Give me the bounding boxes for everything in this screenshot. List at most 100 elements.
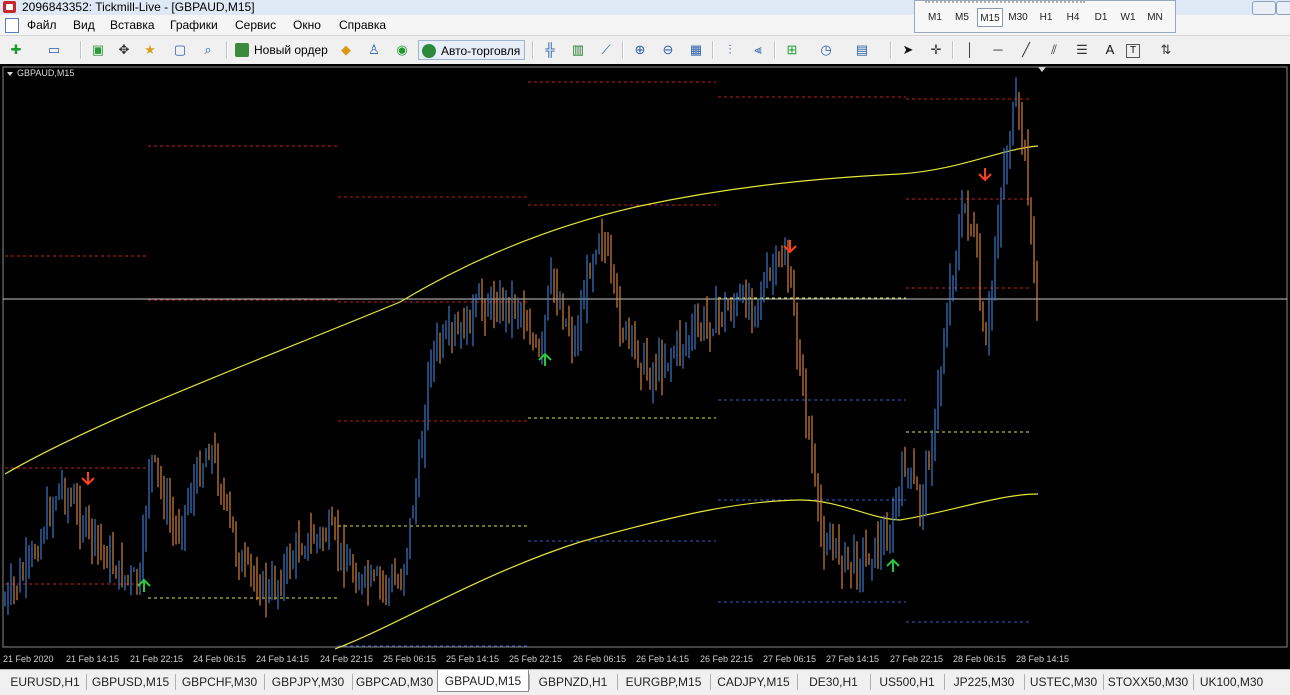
chart-shift-icon[interactable]: ⫷ bbox=[748, 40, 768, 60]
timeframe-m30[interactable]: M30 bbox=[1005, 8, 1031, 27]
metaeditor-icon[interactable]: ◆ bbox=[336, 40, 356, 60]
chart-tabs: EURUSD,H1 GBPUSD,M15 GBPCHF,M30 GBPJPY,M30 G… bbox=[0, 669, 1290, 695]
channel-icon[interactable]: ⫽ bbox=[1044, 40, 1064, 60]
auto-scroll-icon[interactable]: ⫶ bbox=[720, 40, 740, 60]
main-toolbar: ✚ ▭ ▣ ✥ ★ ▢ ⌕ Новый ордер ◆ ♙ ◉ Авто-тор… bbox=[0, 36, 1290, 65]
timeframe-m5[interactable]: M5 bbox=[949, 8, 975, 27]
trading-signals-icon[interactable]: ♙ bbox=[364, 40, 384, 60]
data-window-icon[interactable]: ★ bbox=[140, 40, 160, 60]
x-axis-label: 25 Feb 22:15 bbox=[509, 654, 562, 664]
auto-trading-icon bbox=[422, 44, 436, 58]
chart-shift-marker-icon bbox=[1038, 67, 1046, 72]
x-axis-label: 27 Feb 22:15 bbox=[890, 654, 943, 664]
profiles-icon[interactable]: ▭ bbox=[44, 40, 64, 60]
cursor-icon[interactable]: ➤ bbox=[898, 40, 918, 60]
x-axis-label: 25 Feb 06:15 bbox=[383, 654, 436, 664]
buy-arrow-icon bbox=[538, 352, 552, 366]
market-watch-icon[interactable]: ▣ bbox=[88, 40, 108, 60]
document-icon[interactable] bbox=[5, 18, 19, 33]
navigator-icon[interactable]: ✥ bbox=[114, 40, 134, 60]
text-label-icon[interactable]: T bbox=[1126, 44, 1140, 58]
tile-windows-icon[interactable]: ▦ bbox=[686, 40, 706, 60]
new-chart-icon[interactable]: ✚ bbox=[6, 40, 26, 60]
tab-gbpcad-m30[interactable]: GBPCAD,M30 bbox=[352, 672, 437, 692]
menu-help[interactable]: Справка bbox=[336, 15, 389, 35]
fibonacci-icon[interactable]: ☰ bbox=[1072, 40, 1092, 60]
horizontal-line-icon[interactable]: ─ bbox=[988, 40, 1008, 60]
x-axis-label: 26 Feb 22:15 bbox=[700, 654, 753, 664]
timeframe-m1[interactable]: M1 bbox=[922, 8, 948, 27]
menu-insert[interactable]: Вставка bbox=[107, 15, 158, 35]
buy-arrow-icon bbox=[886, 558, 900, 572]
tab-jp225-m30[interactable]: JP225,M30 bbox=[944, 672, 1024, 692]
x-axis-label: 27 Feb 06:15 bbox=[763, 654, 816, 664]
new-order-button[interactable]: Новый ордер bbox=[232, 40, 332, 60]
signal-icon[interactable]: ◉ bbox=[392, 40, 412, 60]
tab-eurusd-h1[interactable]: EURUSD,H1 bbox=[4, 672, 86, 692]
toolbar-separator bbox=[712, 41, 714, 59]
timeframe-toolbar: M1 M5 M15 M30 H1 H4 D1 W1 MN bbox=[914, 0, 1176, 33]
toolbar-separator bbox=[532, 41, 534, 59]
toolbar-separator bbox=[890, 41, 892, 59]
strategy-tester-icon[interactable]: ⌕ bbox=[198, 40, 218, 60]
timeframe-w1[interactable]: W1 bbox=[1115, 8, 1141, 27]
sell-arrow-icon bbox=[978, 168, 992, 182]
templates-icon[interactable]: ▤ bbox=[852, 40, 872, 60]
x-axis-label: 25 Feb 14:15 bbox=[446, 654, 499, 664]
tab-cadjpy-m15[interactable]: CADJPY,M15 bbox=[710, 672, 797, 692]
timeframe-h4[interactable]: H4 bbox=[1060, 8, 1086, 27]
toolbar-grip[interactable] bbox=[925, 1, 1085, 7]
price-chart[interactable]: GBPAUD,M15 21 Feb 2020 21 Feb 14:15 21 Feb… bbox=[0, 64, 1290, 669]
arrows-icon[interactable]: ⇅ bbox=[1156, 40, 1176, 60]
tab-uk100-m30[interactable]: UK100,M30 bbox=[1193, 672, 1270, 692]
tab-gbpchf-m30[interactable]: GBPCHF,M30 bbox=[175, 672, 264, 692]
timeframe-m15[interactable]: M15 bbox=[977, 8, 1003, 27]
candlestick-icon[interactable]: ▥ bbox=[568, 40, 588, 60]
tab-eurgbp-m15[interactable]: EURGBP,M15 bbox=[617, 672, 710, 692]
menu-window[interactable]: Окно bbox=[290, 15, 324, 35]
new-order-icon bbox=[235, 43, 249, 57]
tab-de30-h1[interactable]: DE30,H1 bbox=[797, 672, 870, 692]
line-chart-icon[interactable]: ⟋ bbox=[596, 40, 616, 60]
vertical-line-icon[interactable]: │ bbox=[960, 40, 980, 60]
tab-gbpnzd-h1[interactable]: GBPNZD,H1 bbox=[529, 672, 617, 692]
x-axis-label: 26 Feb 06:15 bbox=[573, 654, 626, 664]
chart-frame bbox=[2, 66, 1288, 648]
tab-gbpusd-m15[interactable]: GBPUSD,M15 bbox=[86, 672, 175, 692]
x-axis-label: 21 Feb 2020 bbox=[3, 654, 54, 664]
timeframe-h1[interactable]: H1 bbox=[1033, 8, 1059, 27]
menu-charts[interactable]: Графики bbox=[167, 15, 221, 35]
tab-stoxx50-m30[interactable]: STOXX50,M30 bbox=[1103, 672, 1193, 692]
tab-us500-h1[interactable]: US500,H1 bbox=[870, 672, 944, 692]
periods-icon[interactable]: ◷ bbox=[816, 40, 836, 60]
trendline-icon[interactable]: ╱ bbox=[1016, 40, 1036, 60]
x-axis-label: 27 Feb 14:15 bbox=[826, 654, 879, 664]
bar-chart-icon[interactable]: ╬ bbox=[540, 40, 560, 60]
sell-arrow-icon bbox=[81, 472, 95, 486]
minimize-button[interactable] bbox=[1252, 1, 1276, 15]
terminal-icon[interactable]: ▢ bbox=[170, 40, 190, 60]
timeframe-d1[interactable]: D1 bbox=[1088, 8, 1114, 27]
sell-arrow-icon bbox=[783, 240, 797, 254]
menu-tools[interactable]: Сервис bbox=[232, 15, 279, 35]
indicators-icon[interactable]: ⊞ bbox=[782, 40, 802, 60]
tab-ustec-m30[interactable]: USTEC,M30 bbox=[1024, 672, 1103, 692]
auto-trading-button[interactable]: Авто-торговля bbox=[418, 40, 526, 60]
text-tool-icon[interactable]: A bbox=[1100, 40, 1120, 60]
tab-gbpaud-m15[interactable]: GBPAUD,M15 bbox=[437, 670, 529, 692]
menu-file[interactable]: Файл bbox=[24, 15, 60, 35]
x-axis-label: 24 Feb 14:15 bbox=[256, 654, 309, 664]
x-axis-label: 24 Feb 22:15 bbox=[320, 654, 373, 664]
crosshair-icon[interactable]: ✛ bbox=[926, 40, 946, 60]
toolbar-separator bbox=[226, 41, 228, 59]
zoom-in-icon[interactable]: ⊕ bbox=[630, 40, 650, 60]
chart-canvas[interactable]: 21 Feb 2020 21 Feb 14:15 21 Feb 22:15 24 Fe… bbox=[0, 64, 1290, 669]
tab-gbpjpy-m30[interactable]: GBPJPY,M30 bbox=[264, 672, 352, 692]
menu-view[interactable]: Вид bbox=[70, 15, 98, 35]
new-order-label: Новый ордер bbox=[254, 43, 328, 57]
x-axis-label: 26 Feb 14:15 bbox=[636, 654, 689, 664]
zoom-out-icon[interactable]: ⊖ bbox=[658, 40, 678, 60]
restore-button[interactable] bbox=[1276, 1, 1290, 15]
toolbar-separator bbox=[80, 41, 82, 59]
timeframe-mn[interactable]: MN bbox=[1142, 8, 1168, 27]
